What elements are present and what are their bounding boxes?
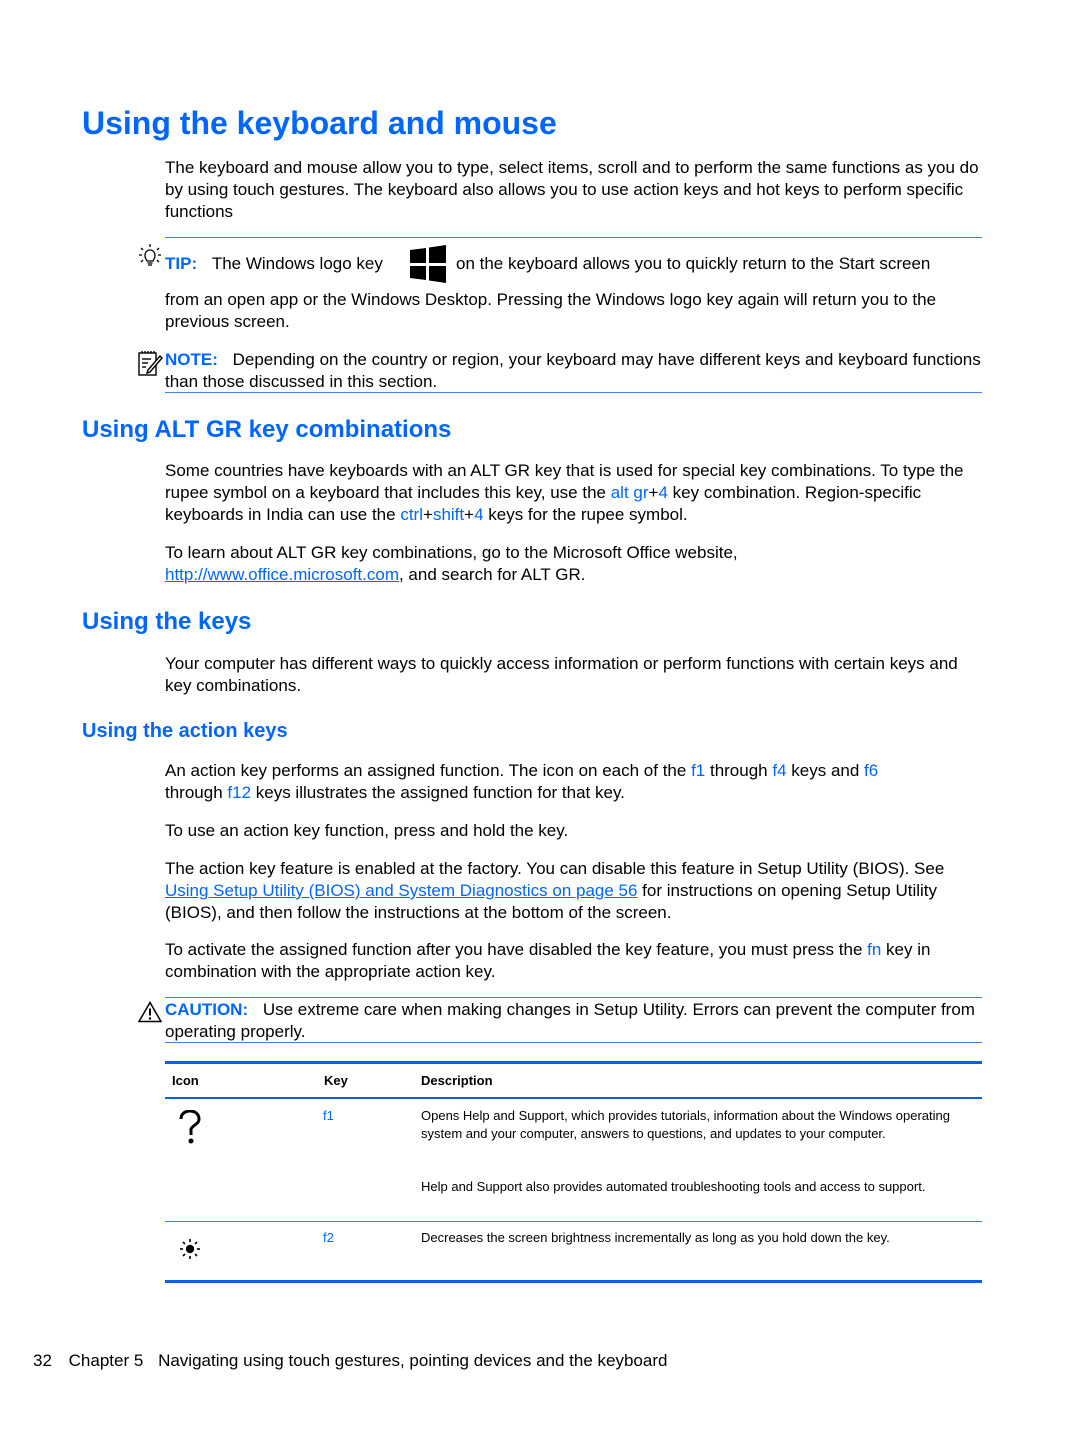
key-shift: shift xyxy=(432,505,465,524)
note-text: Depending on the country or region, your… xyxy=(165,350,981,391)
heading-alt-gr: Using ALT GR key combinations xyxy=(82,416,452,443)
plus: + xyxy=(464,505,475,524)
heading-using-keys: Using the keys xyxy=(82,608,252,635)
text: keys for the rupee symbol. xyxy=(483,505,688,524)
key-4: 4 xyxy=(474,505,484,524)
key-f12: f12 xyxy=(227,783,252,802)
warning-triangle-icon xyxy=(138,1001,162,1023)
table-header-key: Key xyxy=(324,1073,348,1088)
table-bottom-rule xyxy=(165,1280,982,1283)
tip-continuation: from an open app or the Windows Desktop.… xyxy=(165,290,937,331)
table-top-rule xyxy=(165,1061,982,1064)
plus: + xyxy=(648,483,659,502)
help-question-icon xyxy=(179,1110,201,1144)
chapter-label: Chapter 5 xyxy=(68,1351,144,1370)
text: keys and xyxy=(786,761,865,780)
heading-action-keys: Using the action keys xyxy=(82,720,288,742)
office-microsoft-link[interactable]: http://www.office.microsoft.com xyxy=(165,565,399,584)
action-keys-paragraph-2: To use an action key function, press and… xyxy=(165,821,569,840)
key-alt-gr: alt gr xyxy=(610,483,649,502)
key-f1: f1 xyxy=(691,761,706,780)
text: An action key performs an assigned funct… xyxy=(165,761,692,780)
intro-paragraph: The keyboard and mouse allow you to type… xyxy=(165,158,979,221)
key-ctrl: ctrl xyxy=(400,505,423,524)
table-key-f1: f1 xyxy=(323,1108,334,1123)
action-keys-paragraph-4: To activate the assigned function after … xyxy=(165,939,985,983)
plus: + xyxy=(423,505,433,524)
page-number: 32 xyxy=(33,1351,52,1370)
table-desc-f2: Decreases the screen brightness incremen… xyxy=(421,1230,890,1245)
note-label: NOTE: xyxy=(165,350,218,369)
note-bottom-rule xyxy=(165,392,982,393)
caution-text: Use extreme care when making changes in … xyxy=(165,1000,975,1041)
table-header-icon: Icon xyxy=(172,1073,199,1088)
chapter-title: Navigating using touch gestures, pointin… xyxy=(158,1351,668,1370)
key-f4: f4 xyxy=(772,761,787,780)
text: , and search for ALT GR. xyxy=(398,565,586,584)
key-4: 4 xyxy=(658,483,668,502)
tip-text-before: The Windows logo key xyxy=(211,254,383,273)
keys-paragraph: Your computer has different ways to quic… xyxy=(165,654,958,695)
text: The action key feature is enabled at the… xyxy=(165,859,945,878)
tip-line: TIP: The Windows logo key xyxy=(165,253,383,275)
page-footer: 32 Chapter 5 Navigating using touch gest… xyxy=(33,1350,667,1372)
altgr-paragraph-2: To learn about ALT GR key combinations, … xyxy=(165,542,985,586)
page-title: Using the keyboard and mouse xyxy=(82,105,557,141)
table-header-description: Description xyxy=(421,1073,493,1088)
note-paragraph: NOTE: Depending on the country or region… xyxy=(165,349,985,393)
action-keys-paragraph-3: The action key feature is enabled at the… xyxy=(165,858,985,924)
text: through xyxy=(705,761,773,780)
caution-top-rule xyxy=(165,997,982,998)
caution-bottom-rule xyxy=(165,1042,982,1043)
tip-label: TIP: xyxy=(165,254,198,273)
setup-utility-link[interactable]: Using Setup Utility (BIOS) and System Di… xyxy=(165,881,637,900)
table-row-divider xyxy=(165,1221,982,1222)
key-fn: fn xyxy=(867,940,882,959)
table-header-rule xyxy=(165,1097,982,1099)
tip-top-rule xyxy=(165,237,982,238)
tip-text-after: on the keyboard allows you to quickly re… xyxy=(456,254,931,273)
brightness-down-icon xyxy=(180,1239,200,1259)
caution-paragraph: CAUTION: Use extreme care when making ch… xyxy=(165,999,985,1043)
action-keys-paragraph-1: An action key performs an assigned funct… xyxy=(165,760,985,804)
altgr-paragraph-1: Some countries have keyboards with an AL… xyxy=(165,460,985,526)
note-pencil-icon xyxy=(138,351,163,376)
lightbulb-icon xyxy=(139,244,161,266)
text: keys illustrates the assigned function f… xyxy=(251,783,625,802)
text: To learn about ALT GR key combinations, … xyxy=(165,543,738,562)
windows-logo-icon xyxy=(410,245,446,283)
caution-label: CAUTION: xyxy=(165,1000,249,1019)
table-key-f2: f2 xyxy=(323,1230,334,1245)
text: through xyxy=(165,783,228,802)
key-f6: f6 xyxy=(864,761,879,780)
table-desc-f1: Opens Help and Support, which provides t… xyxy=(421,1108,950,1141)
table-desc-f1-extra: Help and Support also provides automated… xyxy=(421,1179,926,1194)
text: To activate the assigned function after … xyxy=(165,940,868,959)
